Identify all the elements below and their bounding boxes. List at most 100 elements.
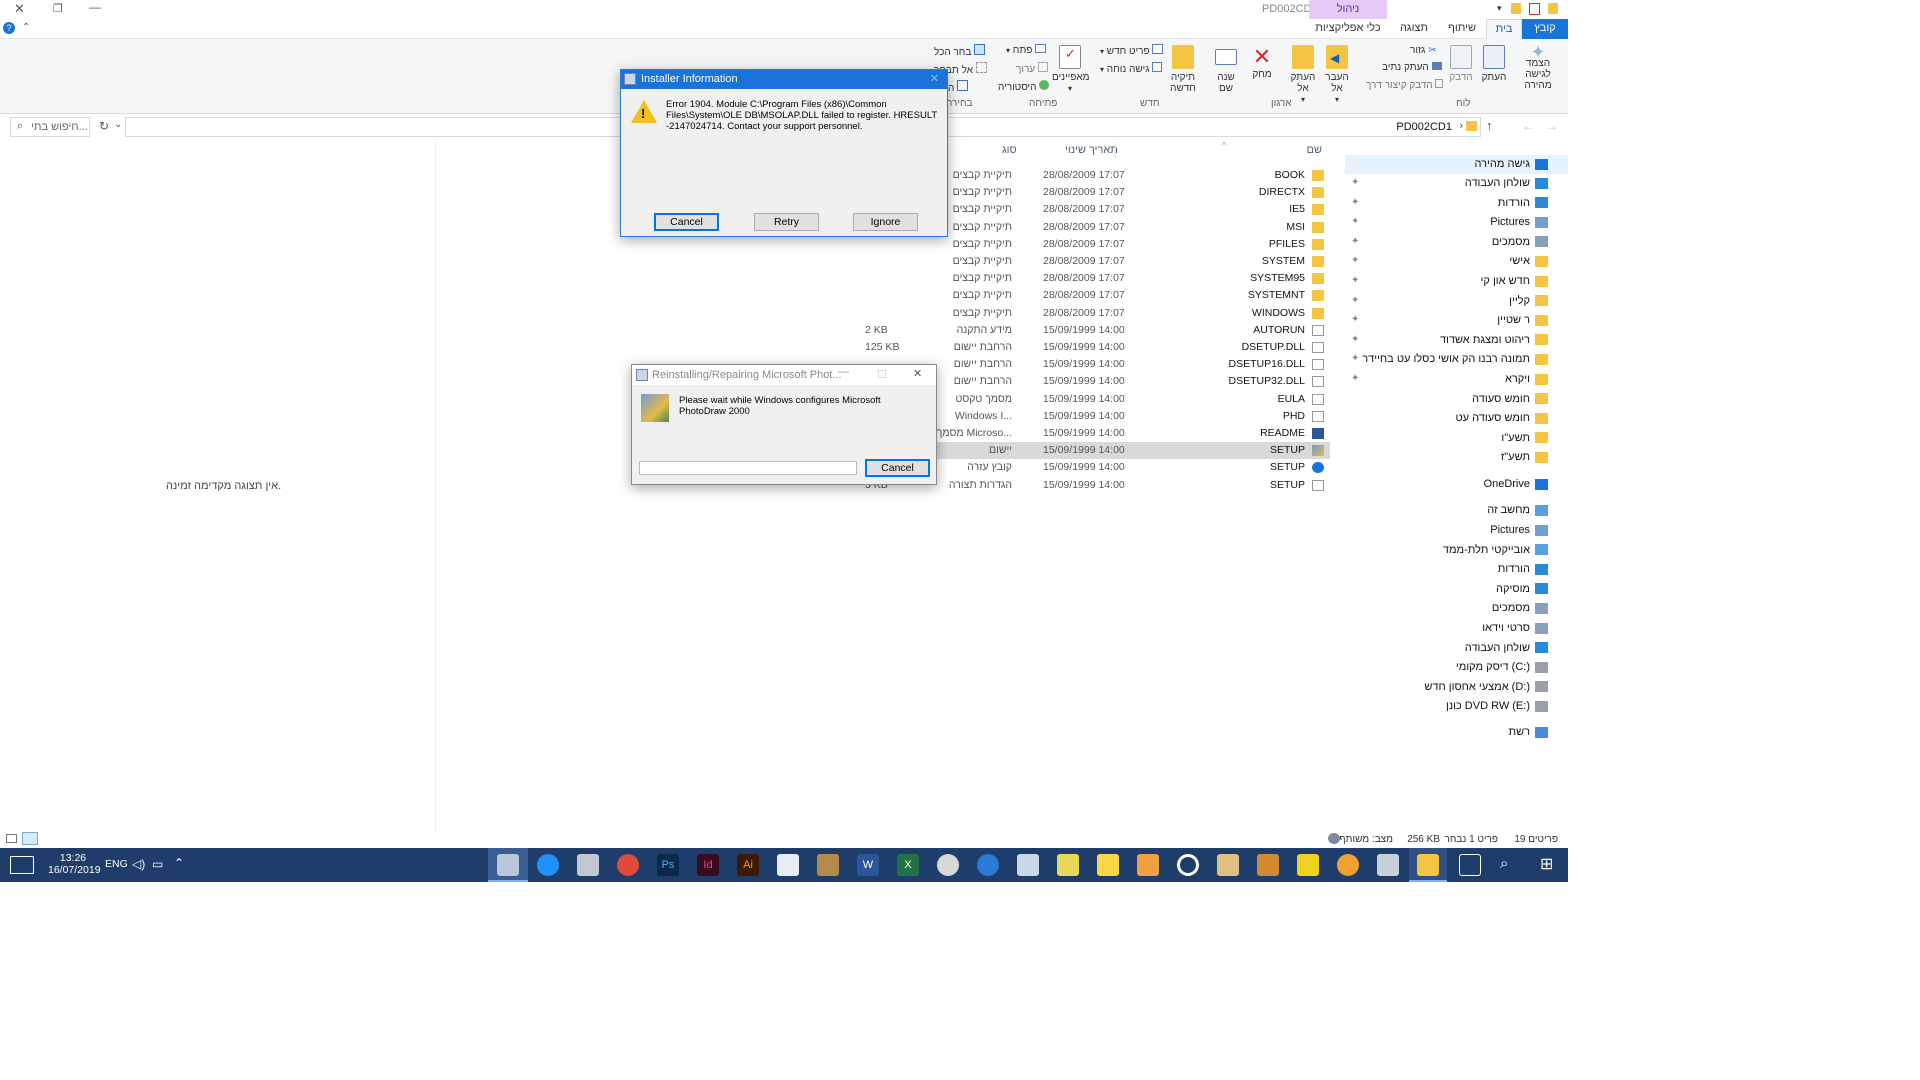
tab-file[interactable]: קובץ (1522, 19, 1568, 39)
tab-app-tools[interactable]: כלי אפליקציות (1309, 19, 1387, 39)
pin-icon[interactable]: ✦ (1351, 216, 1359, 227)
open-button[interactable]: ▾ פתח (1006, 44, 1047, 58)
illustrator-icon[interactable]: Ai (737, 854, 759, 876)
nav-pinned-item[interactable]: מסמכים (1492, 233, 1548, 252)
tab-home[interactable]: בית (1486, 19, 1522, 39)
excel-icon[interactable]: X (897, 854, 919, 876)
app-icon-19[interactable] (1217, 854, 1239, 876)
file-row[interactable]: DSETUP.DLL 15/09/1999 14:00 הרחבת יישום 125… (860, 339, 1330, 356)
nav-pc-item[interactable]: Pictures (1490, 521, 1548, 540)
groove-icon[interactable] (1177, 854, 1199, 876)
progress-maximize-icon[interactable]: ☐ (877, 368, 887, 381)
app-icon-20[interactable] (1257, 854, 1279, 876)
edit-button[interactable]: ערוך (1016, 62, 1048, 76)
nav-pinned-item[interactable]: ר שטיין (1497, 311, 1548, 330)
start-icon[interactable]: ⊞ (1540, 854, 1553, 874)
error-ignore-button[interactable]: Ignore (853, 213, 918, 231)
sticky-notes-icon[interactable] (1097, 854, 1119, 876)
forward-icon[interactable]: ← (1522, 119, 1534, 133)
nav-pinned-item[interactable]: Pictures (1490, 213, 1548, 232)
column-header-date[interactable]: תאריך שינוי (1065, 144, 1118, 156)
nav-pc-item[interactable]: מסמכים (1492, 599, 1548, 618)
pin-icon[interactable]: ✦ (1351, 314, 1359, 325)
address-dropdown-icon[interactable]: ⌄ (114, 119, 122, 130)
select-all-button[interactable]: בחר הכל (934, 44, 986, 58)
app-icon-9[interactable] (817, 854, 839, 876)
chrome-icon[interactable] (617, 854, 639, 876)
progress-cancel-button[interactable]: Cancel (865, 459, 930, 477)
back-icon[interactable]: → (1546, 119, 1558, 133)
nav-onedrive[interactable]: OneDrive (1484, 475, 1548, 494)
network-icon[interactable]: ▭ (152, 857, 163, 871)
nav-pinned-item[interactable]: הורדות (1498, 194, 1548, 213)
file-row[interactable]: SYSTEM95 28/08/2009 17:07 תיקיית קבצים (860, 270, 1330, 287)
delete-button[interactable]: ✕ מחק (1248, 45, 1276, 81)
progress-close-icon[interactable]: ✕ (913, 367, 922, 380)
history-button[interactable]: היסטוריה (998, 80, 1050, 94)
nav-pc-item[interactable]: סרטי וידאו (1482, 619, 1548, 638)
app-icon-22[interactable] (1337, 854, 1359, 876)
app-icon-3[interactable] (577, 854, 599, 876)
column-header-name[interactable]: שם (1307, 144, 1323, 156)
internet-explorer-icon[interactable] (537, 854, 559, 876)
file-row[interactable]: SYSTEM 28/08/2009 17:07 תיקיית קבצים (860, 253, 1330, 270)
pin-icon[interactable]: ✦ (1351, 255, 1359, 266)
refresh-icon[interactable]: ↻ (99, 119, 109, 133)
progress-minimize-icon[interactable]: — (838, 366, 849, 378)
language-indicator[interactable]: ENG (105, 858, 128, 870)
file-explorer-icon[interactable] (1417, 854, 1439, 876)
context-tab-manage[interactable]: ניהול (1309, 0, 1387, 19)
clock-app-icon[interactable] (977, 854, 999, 876)
pin-icon[interactable]: ✦ (1351, 177, 1359, 188)
nav-network[interactable]: רשת (1508, 723, 1548, 742)
copy-button[interactable]: העתק (1478, 45, 1510, 83)
nav-pinned-item[interactable]: ויקרא (1505, 370, 1548, 389)
restore-icon[interactable]: ❐ (53, 2, 63, 15)
cut-button[interactable]: גזור ✂ (1410, 44, 1437, 58)
error-dialog-close-icon[interactable]: ✕ (930, 70, 939, 89)
nav-recent-item[interactable]: תשע"ז (1501, 448, 1548, 467)
nav-pinned-item[interactable]: קליין (1509, 292, 1548, 311)
file-row[interactable]: SYSTEMNT 28/08/2009 17:07 תיקיית קבצים (860, 287, 1330, 304)
tab-share[interactable]: שיתוף (1440, 19, 1484, 39)
pin-icon[interactable]: ✦ (1351, 275, 1359, 286)
copy-to-button[interactable]: העתק אל ▾ (1288, 45, 1318, 105)
volume-icon[interactable]: ◁) (132, 857, 145, 871)
help-icon[interactable]: ? (3, 22, 15, 34)
nav-pinned-item[interactable]: אישי (1509, 252, 1548, 271)
photos-icon[interactable] (777, 854, 799, 876)
tab-view[interactable]: תצוגה (1392, 19, 1436, 39)
nav-pinned-item[interactable]: תמונה רבנו הק אושי כסלו עט בחיידר (1362, 350, 1548, 369)
pin-icon[interactable]: ✦ (1351, 236, 1359, 247)
close-icon[interactable]: ✕ (14, 1, 25, 17)
collapse-ribbon-icon[interactable]: ⌃ (22, 22, 30, 33)
media-player-icon[interactable] (1137, 854, 1159, 876)
pin-icon[interactable]: ✦ (1351, 197, 1359, 208)
search-taskbar-icon[interactable]: ⌕ (1500, 855, 1508, 872)
error-retry-button[interactable]: Retry (754, 213, 819, 231)
nav-pinned-item[interactable]: ריהוט ומצגת אשדוד (1440, 331, 1548, 350)
qat-properties-icon[interactable] (1529, 3, 1540, 15)
easy-access-button[interactable]: ▾ גישה נוחה (1100, 62, 1163, 76)
qat-dropdown-icon[interactable]: ▾ (1497, 3, 1502, 14)
details-view-icon[interactable] (6, 834, 17, 843)
new-folder-button[interactable]: תיקיה חדשה (1168, 45, 1198, 94)
properties-button[interactable]: ✓ מאפיינים ▾ (1052, 45, 1090, 94)
app-icon-23[interactable] (1377, 854, 1399, 876)
nav-pc-item[interactable]: מוסיקה (1496, 580, 1548, 599)
qat-folder-icon[interactable] (1511, 3, 1521, 14)
task-view-icon[interactable] (1459, 854, 1481, 876)
word-icon[interactable]: W (857, 854, 879, 876)
column-header-type[interactable]: סוג (1002, 144, 1017, 156)
nav-recent-item[interactable]: חומש סעודה (1472, 390, 1548, 409)
photoshop-icon[interactable]: Ps (657, 854, 679, 876)
nav-pc-item[interactable]: אובייקטי תלת-ממד (1443, 541, 1548, 560)
paste-shortcut-button[interactable]: הדבק קיצור דרך (1366, 79, 1444, 93)
nav-this-pc[interactable]: מחשב זה (1487, 501, 1548, 520)
list-view-icon[interactable] (22, 832, 38, 845)
notification-center-icon[interactable] (10, 856, 34, 874)
nav-pc-item[interactable]: דיסק מקומי (C:) (1456, 658, 1548, 677)
nav-pc-item[interactable]: אמצעי אחסון חדש (D:) (1424, 678, 1548, 697)
file-row[interactable]: AUTORUN 15/09/1999 14:00 מידע התקנה 2 KB (860, 322, 1330, 339)
pin-icon[interactable]: ✦ (1351, 373, 1359, 384)
